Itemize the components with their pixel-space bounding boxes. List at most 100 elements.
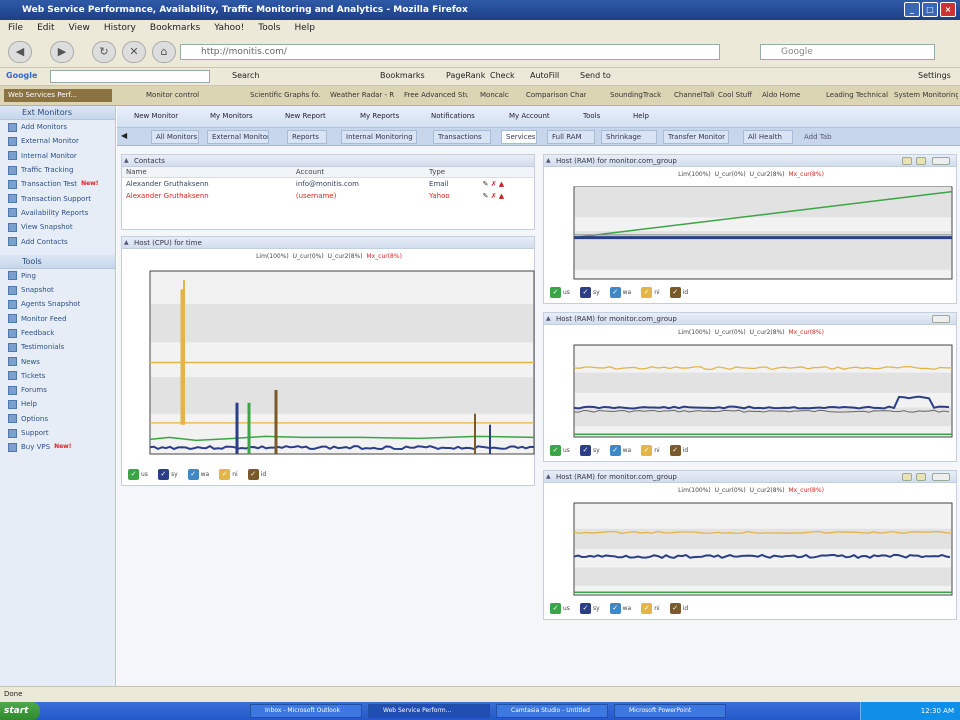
legend-checkbox[interactable]: ✓ bbox=[609, 287, 621, 298]
legend-checkbox[interactable]: ✓ bbox=[550, 287, 561, 298]
legend-checkbox[interactable]: ✓ bbox=[609, 603, 621, 614]
tab-external-monitor[interactable]: External Monitor bbox=[207, 130, 269, 144]
legend-checkbox[interactable]: ✓ bbox=[609, 445, 621, 456]
contacts-panel-title[interactable]: Contacts bbox=[122, 155, 534, 167]
start-button[interactable]: start bbox=[0, 702, 40, 720]
tab-transactions[interactable]: Transactions bbox=[433, 130, 491, 144]
menu-help[interactable]: Help bbox=[294, 23, 315, 33]
legend-item[interactable]: ✓ ni bbox=[219, 469, 238, 480]
chart-close-icon[interactable] bbox=[932, 315, 950, 323]
sidebar-item[interactable]: Traffic Tracking bbox=[0, 163, 115, 177]
chart-settings-icon[interactable] bbox=[916, 157, 926, 165]
home-icon[interactable]: ⌂ bbox=[152, 41, 176, 63]
alert-icon[interactable]: ▲ bbox=[499, 180, 504, 188]
legend-item[interactable]: ✓ ni bbox=[641, 445, 660, 456]
tab-add[interactable]: Add Tab bbox=[799, 130, 843, 144]
legend-item[interactable]: ✓ ni bbox=[641, 603, 660, 614]
stop-icon[interactable]: ✕ bbox=[122, 41, 146, 63]
bookmark-item[interactable]: Leading Technical Dev... bbox=[826, 89, 890, 102]
tab-internal-monitoring[interactable]: Internal Monitoring bbox=[341, 130, 417, 144]
legend-checkbox[interactable]: ✓ bbox=[550, 445, 561, 456]
forward-arrow-icon[interactable]: ▶ bbox=[50, 41, 74, 63]
menu-history[interactable]: History bbox=[104, 23, 136, 33]
taskbar-item-active[interactable]: Web Service Perform... bbox=[368, 704, 490, 718]
legend-item[interactable]: ✓ sy bbox=[579, 287, 600, 298]
legend-checkbox[interactable]: ✓ bbox=[641, 287, 653, 298]
bookmark-item[interactable]: Comparison Chart bbox=[526, 89, 586, 102]
legend-item[interactable]: ✓ id bbox=[669, 603, 688, 614]
delete-icon[interactable]: ✗ bbox=[491, 180, 499, 188]
sidebar-header-tools[interactable]: Tools bbox=[0, 254, 115, 269]
legend-checkbox[interactable]: ✓ bbox=[128, 469, 139, 480]
menu-edit[interactable]: Edit bbox=[37, 23, 54, 33]
ram-chart-title-2[interactable]: Host (RAM) for monitor.com_group bbox=[544, 313, 956, 325]
tab-all-monitors[interactable]: All Monitors bbox=[151, 130, 199, 144]
legend-checkbox[interactable]: ✓ bbox=[641, 445, 653, 456]
legend-checkbox[interactable]: ✓ bbox=[247, 469, 259, 480]
bookmark-item[interactable]: Moncalc bbox=[480, 89, 520, 102]
app-menu-new-monitor[interactable]: New Monitor bbox=[134, 112, 178, 120]
delete-icon[interactable]: ✗ bbox=[491, 192, 499, 200]
taskbar-item[interactable]: Microsoft PowerPoint bbox=[614, 704, 726, 718]
legend-item[interactable]: ✓ wa bbox=[609, 603, 631, 614]
menu-file[interactable]: File bbox=[8, 23, 23, 33]
legend-item[interactable]: ✓ id bbox=[669, 287, 688, 298]
menu-yahoo[interactable]: Yahoo! bbox=[214, 23, 244, 33]
sidebar-item[interactable]: Add Contacts bbox=[0, 234, 115, 248]
sidebar-item[interactable]: Transaction Test New! bbox=[0, 177, 115, 191]
legend-item[interactable]: ✓ us bbox=[550, 287, 570, 298]
menu-tools[interactable]: Tools bbox=[258, 23, 280, 33]
autofill-button[interactable]: AutoFill bbox=[530, 71, 559, 80]
legend-item[interactable]: ✓ us bbox=[550, 603, 570, 614]
send-to-button[interactable]: Send to bbox=[580, 71, 611, 80]
bookmark-item[interactable]: SoundingTrack bbox=[610, 89, 670, 102]
maximize-button[interactable]: □ bbox=[922, 2, 938, 17]
legend-item[interactable]: ✓ sy bbox=[157, 469, 178, 480]
ram-chart-title-1[interactable]: Host (RAM) for monitor.com_group bbox=[544, 155, 956, 167]
sidebar-item[interactable]: External Monitor bbox=[0, 134, 115, 148]
legend-item[interactable]: ✓ sy bbox=[579, 445, 600, 456]
legend-checkbox[interactable]: ✓ bbox=[579, 445, 591, 456]
legend-checkbox[interactable]: ✓ bbox=[550, 603, 561, 614]
google-search-button[interactable]: Search bbox=[232, 71, 259, 80]
taskbar-item[interactable]: Camtasia Studio - Untitled bbox=[496, 704, 608, 718]
app-menu-new-report[interactable]: New Report bbox=[285, 112, 326, 120]
bookmark-item[interactable]: Scientific Graphs fo... bbox=[250, 89, 320, 102]
google-search-field[interactable] bbox=[50, 70, 210, 83]
bookmark-item[interactable]: Cool Stuff bbox=[718, 89, 758, 102]
legend-checkbox[interactable]: ✓ bbox=[641, 603, 653, 614]
legend-checkbox[interactable]: ✓ bbox=[669, 603, 681, 614]
sidebar-item[interactable]: Help bbox=[0, 397, 115, 411]
sidebar-item[interactable]: Add Monitors bbox=[0, 120, 115, 134]
legend-item[interactable]: ✓ wa bbox=[609, 445, 631, 456]
legend-checkbox[interactable]: ✓ bbox=[579, 287, 591, 298]
tab-all-health[interactable]: All Health bbox=[743, 130, 793, 144]
legend-item[interactable]: ✓ id bbox=[247, 469, 266, 480]
bookmark-item[interactable]: System Monitoring T... bbox=[894, 89, 958, 102]
legend-item[interactable]: ✓ us bbox=[550, 445, 570, 456]
sidebar-item[interactable]: Snapshot bbox=[0, 283, 115, 297]
sidebar-item[interactable]: Transaction Support bbox=[0, 191, 115, 205]
tab-full-ram[interactable]: Full RAM bbox=[547, 130, 595, 144]
sidebar-item[interactable]: News bbox=[0, 354, 115, 368]
chart-refresh-icon[interactable] bbox=[902, 157, 912, 165]
legend-checkbox[interactable]: ✓ bbox=[669, 287, 681, 298]
back-arrow-icon[interactable]: ◀ bbox=[8, 41, 32, 63]
app-menu-my-monitors[interactable]: My Monitors bbox=[210, 112, 253, 120]
ram-chart-title-3[interactable]: Host (RAM) for monitor.com_group bbox=[544, 471, 956, 483]
bookmark-item[interactable]: Aldo Home bbox=[762, 89, 822, 102]
sidebar-item[interactable]: View Snapshot bbox=[0, 220, 115, 234]
bookmark-item[interactable]: ChannelTalk bbox=[674, 89, 714, 102]
reload-icon[interactable]: ↻ bbox=[92, 41, 116, 63]
close-button[interactable]: × bbox=[940, 2, 956, 17]
sidebar-item[interactable]: Forums bbox=[0, 383, 115, 397]
legend-checkbox[interactable]: ✓ bbox=[219, 469, 231, 480]
sidebar-item[interactable]: Options bbox=[0, 412, 115, 426]
menu-view[interactable]: View bbox=[69, 23, 90, 33]
taskbar-item[interactable]: Inbox - Microsoft Outlook bbox=[250, 704, 362, 718]
sidebar-item[interactable]: Ping bbox=[0, 269, 115, 283]
tab-transfer-monitor[interactable]: Transfer Monitor bbox=[663, 130, 729, 144]
legend-item[interactable]: ✓ id bbox=[669, 445, 688, 456]
sidebar-item[interactable]: Buy VPS New! bbox=[0, 440, 115, 454]
legend-checkbox[interactable]: ✓ bbox=[157, 469, 169, 480]
